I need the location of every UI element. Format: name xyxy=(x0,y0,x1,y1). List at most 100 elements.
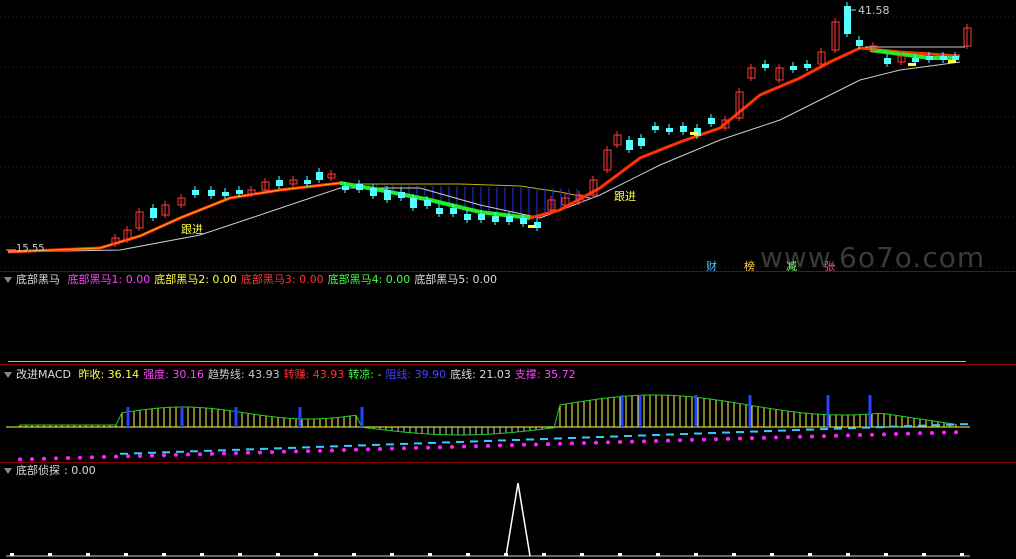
support-dot xyxy=(246,450,250,455)
trend-dash xyxy=(330,445,338,448)
detective-chart[interactable] xyxy=(0,463,1016,559)
trend-dash xyxy=(512,438,520,441)
support-dot xyxy=(870,432,874,437)
candle-down xyxy=(652,126,659,130)
support-dot xyxy=(138,453,142,458)
trend-dash xyxy=(148,451,156,454)
collapse-icon[interactable] xyxy=(4,277,12,283)
detective-marker xyxy=(352,553,356,556)
candle-down xyxy=(304,180,311,184)
trend-dash xyxy=(246,448,254,451)
support-dot xyxy=(426,445,430,450)
candle-down xyxy=(478,214,485,220)
support-dot xyxy=(330,448,334,453)
support-dot xyxy=(522,442,526,447)
detective-marker xyxy=(238,553,242,556)
trend-dash xyxy=(638,434,646,437)
trend-dash xyxy=(428,441,436,444)
support-dot xyxy=(54,456,58,461)
support-dot xyxy=(858,433,862,438)
detective-marker xyxy=(48,553,52,556)
support-dot xyxy=(354,447,358,452)
trend-dash xyxy=(694,432,702,435)
trend-dash xyxy=(176,450,184,453)
signal-label-2: 跟进 xyxy=(614,190,636,203)
detective-marker xyxy=(732,553,736,556)
support-dot xyxy=(546,442,550,447)
candle-down xyxy=(520,218,527,224)
candle-down xyxy=(952,56,959,60)
trend-dash xyxy=(386,443,394,446)
candle-down xyxy=(506,216,513,222)
improved-macd-panel[interactable]: 改进MACD 昨收: 36.14 强度: 30.16 趋势线: 43.93 转赚: 4… xyxy=(0,365,1016,462)
detective-marker xyxy=(694,553,698,556)
support-dot xyxy=(234,451,238,456)
panel1-item-2: 底部黑马2: 0.00 xyxy=(154,273,237,286)
detective-marker xyxy=(808,553,812,556)
candle-down xyxy=(666,128,673,132)
support-dot xyxy=(606,440,610,445)
support-dot xyxy=(642,439,646,444)
detective-marker xyxy=(428,553,432,556)
price-high-label: 41.58 xyxy=(858,4,890,17)
support-dot xyxy=(258,450,262,455)
support-dot xyxy=(510,443,514,448)
support-dot xyxy=(90,455,94,460)
price-chart-panel[interactable]: 41.58 15.55 跟进 跟进 www.6o7o.com 财榜减张 xyxy=(0,0,1016,271)
support-dot xyxy=(162,453,166,458)
bottom-dark-horse-panel[interactable]: 底部黑马 底部黑马1: 0.00 底部黑马2: 0.00 底部黑马3: 0.00 底部… xyxy=(0,272,1016,363)
support-dot xyxy=(150,453,154,458)
panel1-item-4: 底部黑马4: 0.00 xyxy=(327,273,411,286)
detective-marker xyxy=(770,553,774,556)
detective-marker xyxy=(656,553,660,556)
detective-marker xyxy=(390,553,394,556)
trend-dash xyxy=(442,441,450,444)
trend-dash xyxy=(862,426,870,429)
trend-dash xyxy=(204,449,212,452)
macd-chart[interactable] xyxy=(0,365,1016,462)
support-dot xyxy=(282,449,286,454)
support-dot xyxy=(894,432,898,437)
support-dot xyxy=(630,439,634,444)
candle-down xyxy=(424,200,431,206)
trend-dash xyxy=(470,440,478,443)
panel1-header: 底部黑马 底部黑马1: 0.00 底部黑马2: 0.00 底部黑马3: 0.00 底部… xyxy=(0,273,505,287)
trend-dash xyxy=(232,448,240,451)
support-dot xyxy=(582,441,586,446)
badge-4: 张 xyxy=(824,260,835,271)
support-dot xyxy=(378,446,382,451)
support-dot xyxy=(798,434,802,439)
candle-down xyxy=(436,208,443,214)
price-chart[interactable] xyxy=(0,0,1016,271)
support-dot xyxy=(918,431,922,436)
trend-dash xyxy=(820,428,828,431)
detective-marker xyxy=(466,553,470,556)
support-dot xyxy=(690,437,694,442)
detective-marker xyxy=(162,553,166,556)
panel1-item-3: 底部黑马3: 0.00 xyxy=(240,273,324,286)
support-dot xyxy=(174,452,178,457)
support-dot xyxy=(294,449,298,454)
trend-dash xyxy=(932,424,940,427)
support-dot xyxy=(654,438,658,443)
price-low-label: 15.55 xyxy=(16,243,45,254)
trend-dash xyxy=(736,431,744,434)
trend-dash xyxy=(834,427,842,430)
candle-down xyxy=(236,190,243,194)
support-dot xyxy=(186,452,190,457)
trend-dash xyxy=(624,435,632,438)
detective-marker xyxy=(884,553,888,556)
candle-down xyxy=(940,56,947,60)
candle-down xyxy=(192,190,199,195)
support-dot xyxy=(222,451,226,456)
candle-down xyxy=(790,66,797,70)
green-signal-line xyxy=(339,181,531,220)
candle-down xyxy=(316,172,323,180)
candle-down xyxy=(926,56,933,60)
bottom-detective-panel[interactable]: 底部侦探: 0.00 xyxy=(0,463,1016,559)
trend-dash xyxy=(372,443,380,446)
detective-marker xyxy=(580,553,584,556)
trend-dash xyxy=(764,430,772,433)
candle-down xyxy=(762,64,769,68)
candle-down xyxy=(276,180,283,186)
